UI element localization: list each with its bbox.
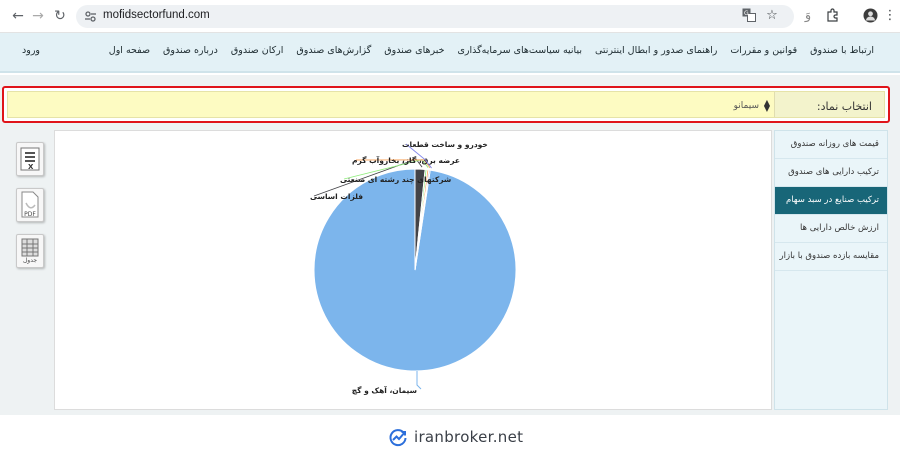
side-item-return-comparison[interactable]: مقایسه بازده صندوق با بازار: [775, 243, 887, 271]
menu-item-investment-policy[interactable]: بیانیه سیاست‌های سرمایه‌گذاری: [457, 45, 582, 56]
url-text: mofidsectorfund.com: [103, 9, 210, 21]
chart-panel: سیمان، آهک و گچ فلزات اساسی شرکتهای چند رش…: [54, 130, 772, 410]
extension-icon[interactable]: وَ: [800, 8, 816, 24]
brand-logo-icon: [389, 429, 407, 447]
menu-item-contact[interactable]: ارتباط با صندوق: [810, 45, 874, 56]
side-item-label: ترکیب دارایی های صندوق: [788, 167, 879, 177]
pdf-export-button[interactable]: PDF: [16, 188, 44, 222]
side-item-label: قیمت های روزانه صندوق: [790, 139, 879, 149]
dropdown-arrows-icon[interactable]: ▲ ▼: [764, 99, 770, 113]
side-item-industry-composition[interactable]: ترکیب صنایع در سبد سهام: [775, 187, 887, 215]
address-bar[interactable]: mofidsectorfund.com: [76, 5, 794, 28]
svg-text:X: X: [28, 163, 34, 171]
side-menu: قیمت های روزانه صندوق ترکیب دارایی های ص…: [774, 130, 888, 410]
pdf-label: PDF: [24, 211, 36, 218]
back-arrow-icon[interactable]: ←: [10, 8, 26, 24]
table-view-button[interactable]: جدول: [16, 234, 44, 268]
menu-item-home[interactable]: صفحه اول: [109, 45, 150, 56]
browser-toolbar: ← → ↻ mofidsectorfund.com G ☆ وَ ⋮: [0, 0, 900, 33]
side-item-label: ترکیب صنایع در سبد سهام: [785, 195, 879, 205]
symbol-label-cell: انتخاب نماد:: [774, 92, 884, 117]
svg-text:G: G: [744, 10, 749, 17]
side-item-nav[interactable]: ارزش خالص دارایی ها: [775, 215, 887, 243]
pie-label: فلزات اساسی: [310, 192, 363, 201]
table-label: جدول: [22, 257, 38, 264]
menu-item-online-guide[interactable]: راهنمای صدور و ابطال اینترنتی: [595, 45, 717, 56]
export-toolbar: X PDF جدول: [4, 130, 54, 410]
profile-avatar-icon[interactable]: [862, 8, 878, 24]
pie-label: خودرو و ساخت قطعات: [402, 140, 488, 149]
excel-icon: X: [20, 147, 40, 171]
symbol-selector: انتخاب نماد: سیمانو ▲ ▼: [7, 91, 885, 118]
menu-item-regulations[interactable]: قوانین و مقررات: [730, 45, 797, 56]
bookmark-star-icon[interactable]: ☆: [764, 8, 780, 24]
symbol-label: انتخاب نماد:: [816, 100, 872, 113]
reload-icon[interactable]: ↻: [52, 8, 68, 24]
brand-text: iranbroker.net: [414, 428, 524, 446]
menu-item-about[interactable]: درباره صندوق: [163, 45, 218, 56]
brand-watermark: iranbroker.net: [388, 427, 523, 447]
menu-item-news[interactable]: خبرهای صندوق: [384, 45, 444, 56]
translate-icon[interactable]: G: [741, 8, 757, 24]
menu-item-pillars[interactable]: ارکان صندوق: [231, 45, 284, 56]
side-item-label: ارزش خالص دارایی ها: [799, 223, 879, 233]
side-item-asset-composition[interactable]: ترکیب دارایی های صندوق: [775, 159, 887, 187]
pie-label: سیمان، آهک و گچ: [352, 385, 417, 395]
forward-arrow-icon[interactable]: →: [30, 8, 46, 24]
pie-label: شرکتهای چند رشته ای صنعتی: [340, 175, 451, 184]
site-header: صفحه اول درباره صندوق ارکان صندوق گزارش‌…: [0, 33, 900, 73]
pie-connector: [416, 371, 422, 390]
watermark-footer: iranbroker.net: [0, 415, 900, 455]
site-info-icon[interactable]: [84, 10, 97, 23]
symbol-selector-highlight: انتخاب نماد: سیمانو ▲ ▼: [2, 86, 890, 123]
side-item-daily-prices[interactable]: قیمت های روزانه صندوق: [775, 131, 887, 159]
menu-item-reports[interactable]: گزارش‌های صندوق: [296, 45, 371, 56]
symbol-dropdown[interactable]: سیمانو: [734, 101, 759, 111]
login-link[interactable]: ورود: [22, 45, 40, 56]
excel-export-button[interactable]: X: [16, 142, 44, 176]
side-item-label: مقایسه بازده صندوق با بازار: [779, 251, 879, 261]
pie-label: عرضه برق، گاز، بخاروآب گرم: [352, 155, 460, 165]
extensions-icon[interactable]: [824, 8, 840, 24]
industry-pie-chart: سیمان، آهک و گچ فلزات اساسی شرکتهای چند رش…: [310, 140, 517, 395]
main-menu: صفحه اول درباره صندوق ارکان صندوق گزارش‌…: [109, 45, 874, 56]
kebab-menu-icon[interactable]: ⋮: [882, 8, 898, 24]
